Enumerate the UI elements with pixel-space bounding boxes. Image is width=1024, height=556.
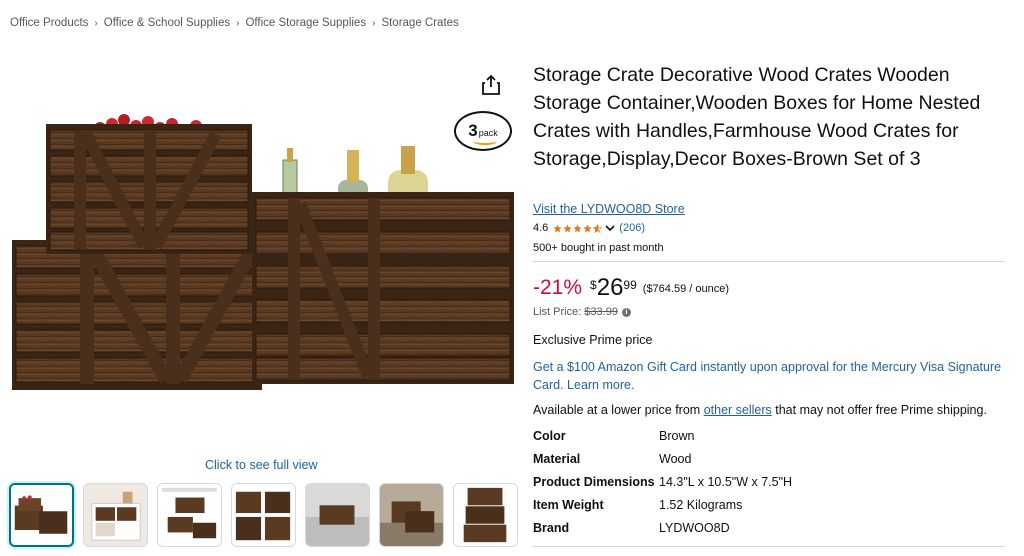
thumbnail-1[interactable] — [9, 483, 74, 547]
availability-prefix: Available at a lower price from — [533, 403, 704, 417]
breadcrumb-office-products[interactable]: Office Products — [10, 17, 88, 29]
gift-card-promo-link[interactable]: Get a $100 Amazon Gift Card instantly up… — [533, 358, 1005, 394]
spec-row-weight: Item Weight 1.52 Kilograms — [533, 493, 1005, 516]
price-currency: $ — [590, 278, 597, 292]
spec-key: Product Dimensions — [533, 474, 655, 489]
full-view-link[interactable]: Click to see full view — [205, 458, 318, 472]
spec-value: LYDWOO8D — [659, 520, 730, 535]
spec-value: Wood — [659, 451, 692, 466]
breadcrumb-separator: › — [94, 17, 98, 29]
thumbnail-2[interactable] — [83, 483, 148, 547]
unit-price: ($764.59 / ounce) — [642, 283, 730, 295]
list-price-label: List Price: — [533, 306, 582, 318]
thumbnail-6[interactable] — [379, 483, 444, 547]
pack-badge: 3 pack — [454, 111, 512, 151]
share-icon[interactable] — [481, 74, 501, 96]
price: $ 26 99 — [590, 274, 637, 302]
crate-top-left-with-grapes — [46, 114, 252, 254]
other-sellers-link[interactable]: other sellers — [704, 403, 772, 417]
thumbnail-3[interactable] — [157, 483, 222, 547]
review-count-link[interactable]: (206) — [619, 222, 645, 234]
discount-percentage: -21% — [533, 276, 583, 299]
spec-key: Brand — [533, 520, 570, 535]
breadcrumb-separator: › — [236, 17, 240, 29]
store-link[interactable]: Visit the LYDWOO8D Store — [533, 202, 685, 216]
product-title: Storage Crate Decorative Wood Crates Woo… — [533, 64, 981, 170]
amazon-smile-icon — [473, 138, 497, 145]
spec-value: 14.3"L x 10.5"W x 7.5"H — [659, 474, 793, 489]
star-rating-icon[interactable] — [553, 223, 603, 233]
rating-value: 4.6 — [533, 222, 549, 234]
prime-price-label: Exclusive Prime price — [533, 333, 653, 347]
breadcrumb-office-storage-supplies[interactable]: Office Storage Supplies — [245, 17, 366, 29]
price-whole: 26 — [596, 274, 624, 301]
spec-value: Brown — [659, 428, 695, 443]
thumbnail-4[interactable] — [231, 483, 296, 547]
list-price-row: List Price: $33.99 i — [533, 306, 631, 318]
price-fraction: 99 — [623, 278, 637, 292]
rating-row: 4.6 (206) — [533, 222, 645, 234]
breadcrumb: Office Products › Office & School Suppli… — [10, 17, 459, 29]
availability-text: Available at a lower price from other se… — [533, 403, 987, 417]
thumbnail-strip — [9, 483, 518, 547]
breadcrumb-separator: › — [372, 17, 376, 29]
spec-key: Color — [533, 428, 566, 443]
breadcrumb-storage-crates[interactable]: Storage Crates — [381, 17, 458, 29]
spec-key: Material — [533, 451, 581, 466]
product-specs-table: Color Brown Material Wood Product Dimens… — [533, 424, 1005, 539]
divider — [533, 261, 1005, 262]
spec-row-color: Color Brown — [533, 424, 1005, 447]
availability-suffix: that may not offer free Prime shipping. — [771, 403, 987, 417]
breadcrumb-office-school-supplies[interactable]: Office & School Supplies — [104, 17, 230, 29]
spec-value: 1.52 Kilograms — [659, 497, 743, 512]
price-row: -21% $ 26 99 ($764.59 / ounce) — [533, 274, 729, 302]
info-icon[interactable]: i — [621, 307, 631, 317]
main-product-image[interactable] — [8, 100, 518, 400]
chevron-down-icon[interactable] — [605, 224, 615, 232]
spec-row-brand: Brand LYDWOO8D — [533, 516, 1005, 539]
pack-badge-word: pack — [478, 127, 498, 138]
thumbnail-7[interactable] — [453, 483, 518, 547]
bought-in-past-month: 500+ bought in past month — [533, 242, 664, 254]
crate-large-left — [12, 240, 262, 390]
spec-key: Item Weight — [533, 497, 604, 512]
list-price-value: $33.99 — [584, 306, 618, 318]
crate-right-with-bottles — [252, 146, 514, 384]
divider — [533, 546, 1005, 547]
spec-row-dimensions: Product Dimensions 14.3"L x 10.5"W x 7.5… — [533, 470, 1005, 493]
spec-row-material: Material Wood — [533, 447, 1005, 470]
thumbnail-5[interactable] — [305, 483, 370, 547]
